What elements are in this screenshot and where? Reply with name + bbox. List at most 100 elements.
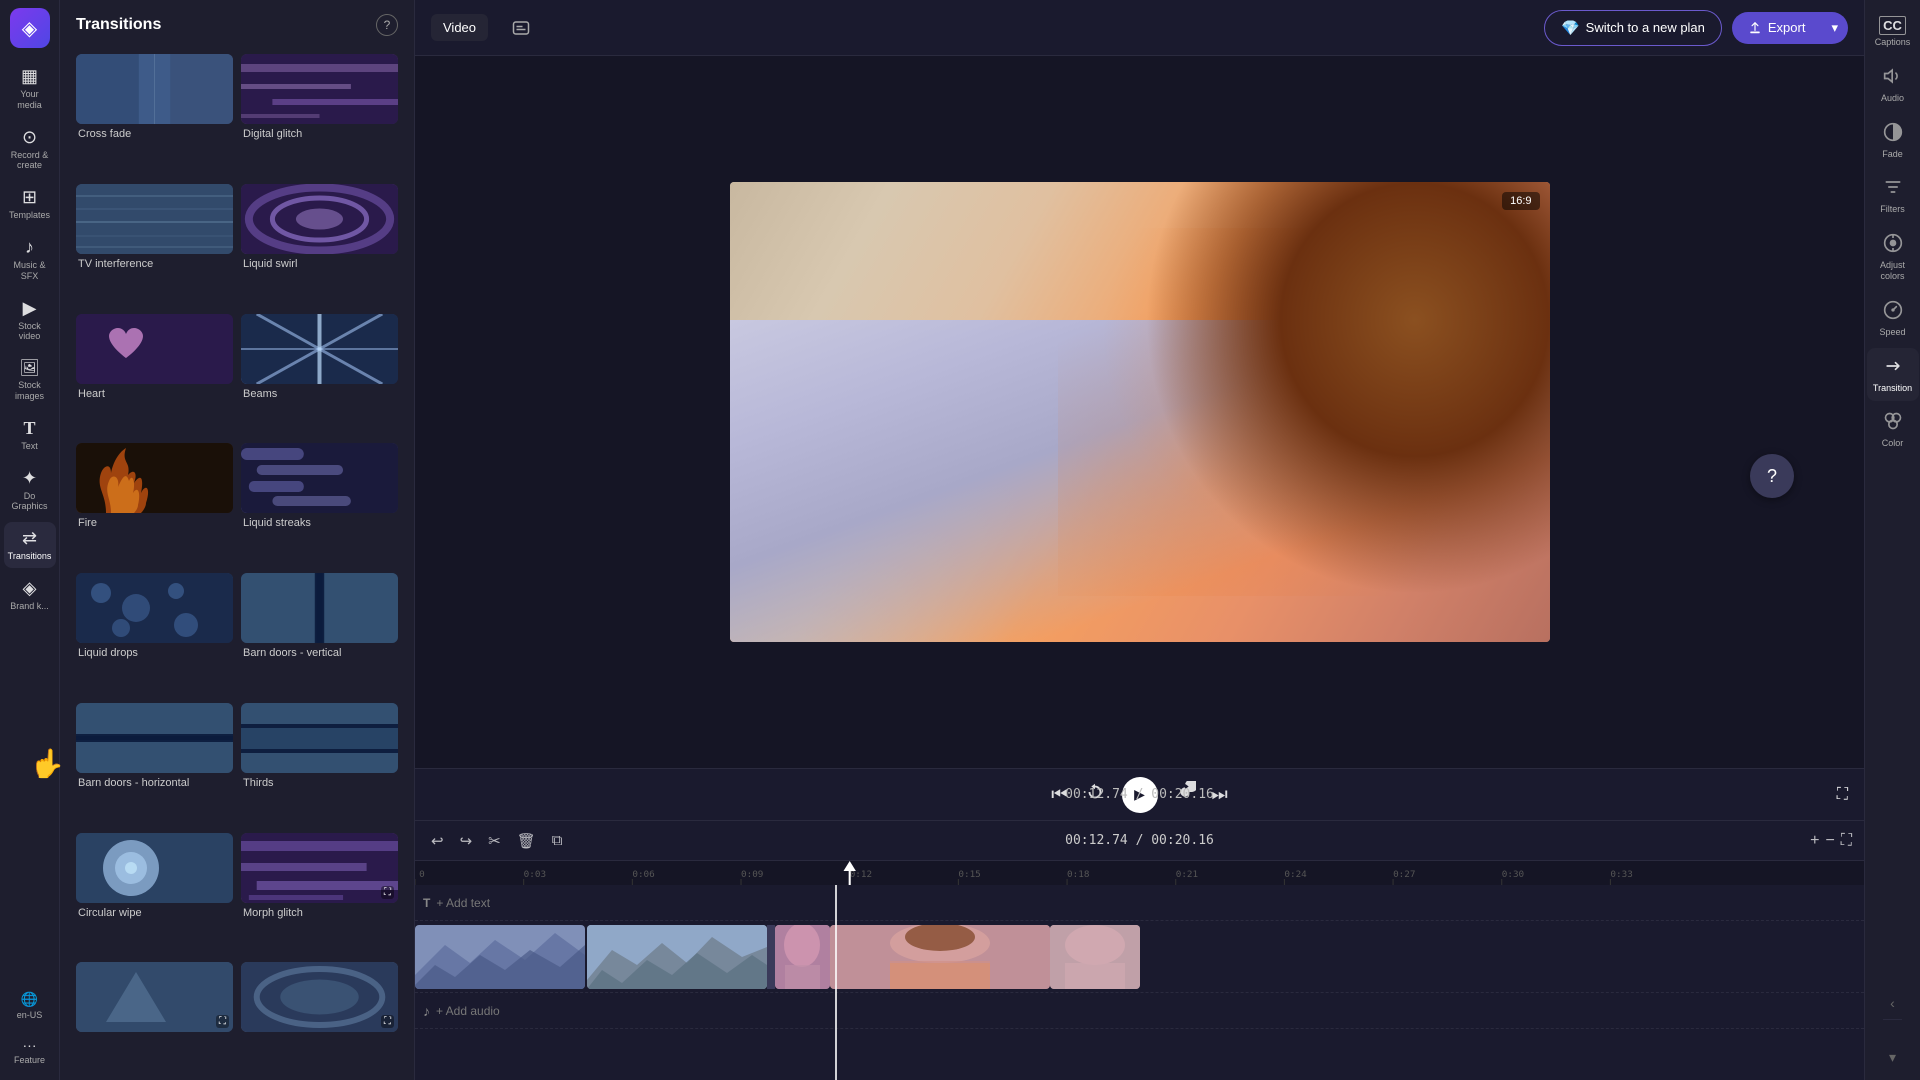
sidebar-item-language[interactable]: 🌐 en-US [4,985,56,1027]
transition-item-circular-wipe[interactable]: Circular wipe [76,833,233,955]
transition-thumb-liquid-drops [76,573,233,643]
right-tool-filters[interactable]: Filters [1867,169,1919,223]
video-clip-d[interactable] [830,925,1050,989]
transition-thumb-unknown1: ⛶ [76,962,233,1032]
tab-captions[interactable] [500,13,542,43]
expand-icon-morph-glitch: ⛶ [381,886,394,899]
transition-item-beams[interactable]: Beams [241,314,398,436]
sidebar-item-brand-kit[interactable]: ◈ Brand k... [4,572,56,618]
right-tool-color[interactable]: Color [1867,403,1919,457]
transition-item-liquid-swirl[interactable]: Liquid swirl [241,184,398,306]
zoom-in-button[interactable]: + [1810,832,1819,850]
transition-thumb-fire [76,443,233,513]
transition-item-unknown1[interactable]: ⛶ [76,962,233,1072]
fullscreen-button[interactable]: ⛶ [1837,786,1848,804]
video-tab-label: Video [443,20,476,35]
speed-tool-icon [1883,300,1903,325]
svg-text:0:33: 0:33 [1610,870,1632,880]
timeline-ruler[interactable]: 0 0:03 0:06 0:09 0:12 0:15 0:18 0:21 0:2… [415,861,1864,885]
transition-item-liquid-streaks[interactable]: Liquid streaks [241,443,398,565]
right-tool-captions[interactable]: CC Captions [1867,8,1919,56]
svg-text:0:21: 0:21 [1176,870,1198,880]
templates-icon: ⊞ [22,187,37,208]
add-text-label: + Add text [436,896,490,910]
zoom-out-button[interactable]: − [1825,832,1834,850]
sidebar-item-templates[interactable]: ⊞ Templates [4,181,56,227]
fit-timeline-button[interactable]: ⛶ [1841,832,1852,850]
top-bar: Video 💎 Switch to a new plan Expor [415,0,1864,56]
audio-tool-icon [1883,66,1903,91]
text-track-row: T + Add text [415,885,1864,921]
transitions-grid: Cross fade Digital glitch [60,46,414,1080]
fade-tool-icon [1883,122,1903,147]
transition-item-thirds[interactable]: Thirds [241,703,398,825]
transition-item-barn-doors-vertical[interactable]: Barn doors - vertical [241,573,398,695]
time-display: 00:12.74 / 00:20.16 [1065,787,1214,802]
export-chevron-button[interactable]: ▾ [1821,12,1848,44]
scroll-down-button[interactable]: ▾ [1883,1043,1902,1072]
upload-icon [1748,21,1762,35]
sidebar-item-your-media[interactable]: ▦ Your media [4,60,56,117]
transition-item-digital-glitch[interactable]: Digital glitch [241,54,398,176]
tab-video[interactable]: Video [431,14,488,41]
app-logo[interactable]: ◈ [10,8,50,48]
text-track-icon: T [423,896,430,910]
duplicate-button[interactable]: ⧉ [548,828,567,853]
right-tool-fade[interactable]: Fade [1867,114,1919,168]
cut-button[interactable]: ✂ [484,828,505,854]
add-audio-button[interactable]: ♪ + Add audio [415,1003,500,1019]
sidebar-item-stock-video[interactable]: ▶ Stock video [4,292,56,349]
video-clip-e[interactable] [1050,925,1140,989]
sidebar-item-music-sfx[interactable]: ♪ Music & SFX [4,231,56,288]
sidebar-item-record-create[interactable]: ⊙ Record &create [4,121,56,178]
sidebar-item-stock-images[interactable]: 🖼 Stock images [4,352,56,408]
transition-item-barn-doors-horizontal[interactable]: Barn doors - horizontal [76,703,233,825]
sidebar-item-graphics[interactable]: ✦ Do Graphics [4,462,56,519]
upgrade-button[interactable]: 💎 Switch to a new plan [1544,10,1722,46]
right-panel-bottom: ‹ ▾ [1883,991,1902,1072]
redo-button[interactable]: ↪ [456,828,477,854]
transition-item-tv-interference[interactable]: TV interference [76,184,233,306]
transition-label-tv-interference: TV interference [76,258,233,270]
filters-tool-icon [1883,177,1903,202]
transition-label-liquid-streaks: Liquid streaks [241,517,398,529]
video-clip-b[interactable] [587,925,767,989]
delete-button[interactable]: 🗑 [513,828,540,854]
video-track-row [415,921,1864,993]
sidebar-item-text[interactable]: T Text [4,412,56,458]
right-collapse-button[interactable]: ‹ [1883,991,1902,1015]
video-clip-a[interactable] [415,925,585,989]
right-tool-audio[interactable]: Audio [1867,58,1919,112]
transition-label-morph-glitch: Morph glitch [241,907,398,919]
svg-text:0:09: 0:09 [741,870,763,880]
add-text-button[interactable]: T + Add text [415,896,490,910]
transition-item-morph-glitch[interactable]: ⛶ Morph glitch [241,833,398,955]
svg-text:0:12: 0:12 [850,870,872,880]
aspect-ratio-badge: 16:9 [1502,192,1539,210]
transition-label-barn-doors-vertical: Barn doors - vertical [241,647,398,659]
help-circle-button[interactable]: ? [1750,454,1794,498]
svg-text:0:06: 0:06 [632,870,654,880]
panel-help-button[interactable]: ? [376,14,398,36]
expand-icon-unknown2: ⛶ [381,1015,394,1028]
right-tool-speed[interactable]: Speed [1867,292,1919,346]
svg-text:0:27: 0:27 [1393,870,1415,880]
transition-item-unknown2[interactable]: ⛶ [241,962,398,1072]
transition-item-cross-fade[interactable]: Cross fade [76,54,233,176]
export-button-group: Export ▾ [1732,12,1848,44]
transition-item-fire[interactable]: Fire [76,443,233,565]
sidebar-item-transitions[interactable]: ⇄ Transitions [4,522,56,568]
transition-label-thirds: Thirds [241,777,398,789]
export-button[interactable]: Export [1732,12,1822,44]
sidebar-item-more[interactable]: ··· Feature [4,1031,56,1072]
right-tool-adjust-colors[interactable]: Adjustcolors [1867,225,1919,290]
transition-item-liquid-drops[interactable]: Liquid drops [76,573,233,695]
transition-item-heart[interactable]: Heart [76,314,233,436]
undo-button[interactable]: ↩ [427,828,448,854]
svg-text:0:18: 0:18 [1067,870,1089,880]
right-tool-transition[interactable]: Transition [1867,348,1919,402]
video-clip-c[interactable] [775,925,830,989]
skip-forward-button[interactable]: ⏭ [1212,784,1228,805]
panel-title: Transitions [76,16,161,34]
video-hair [1099,182,1550,642]
